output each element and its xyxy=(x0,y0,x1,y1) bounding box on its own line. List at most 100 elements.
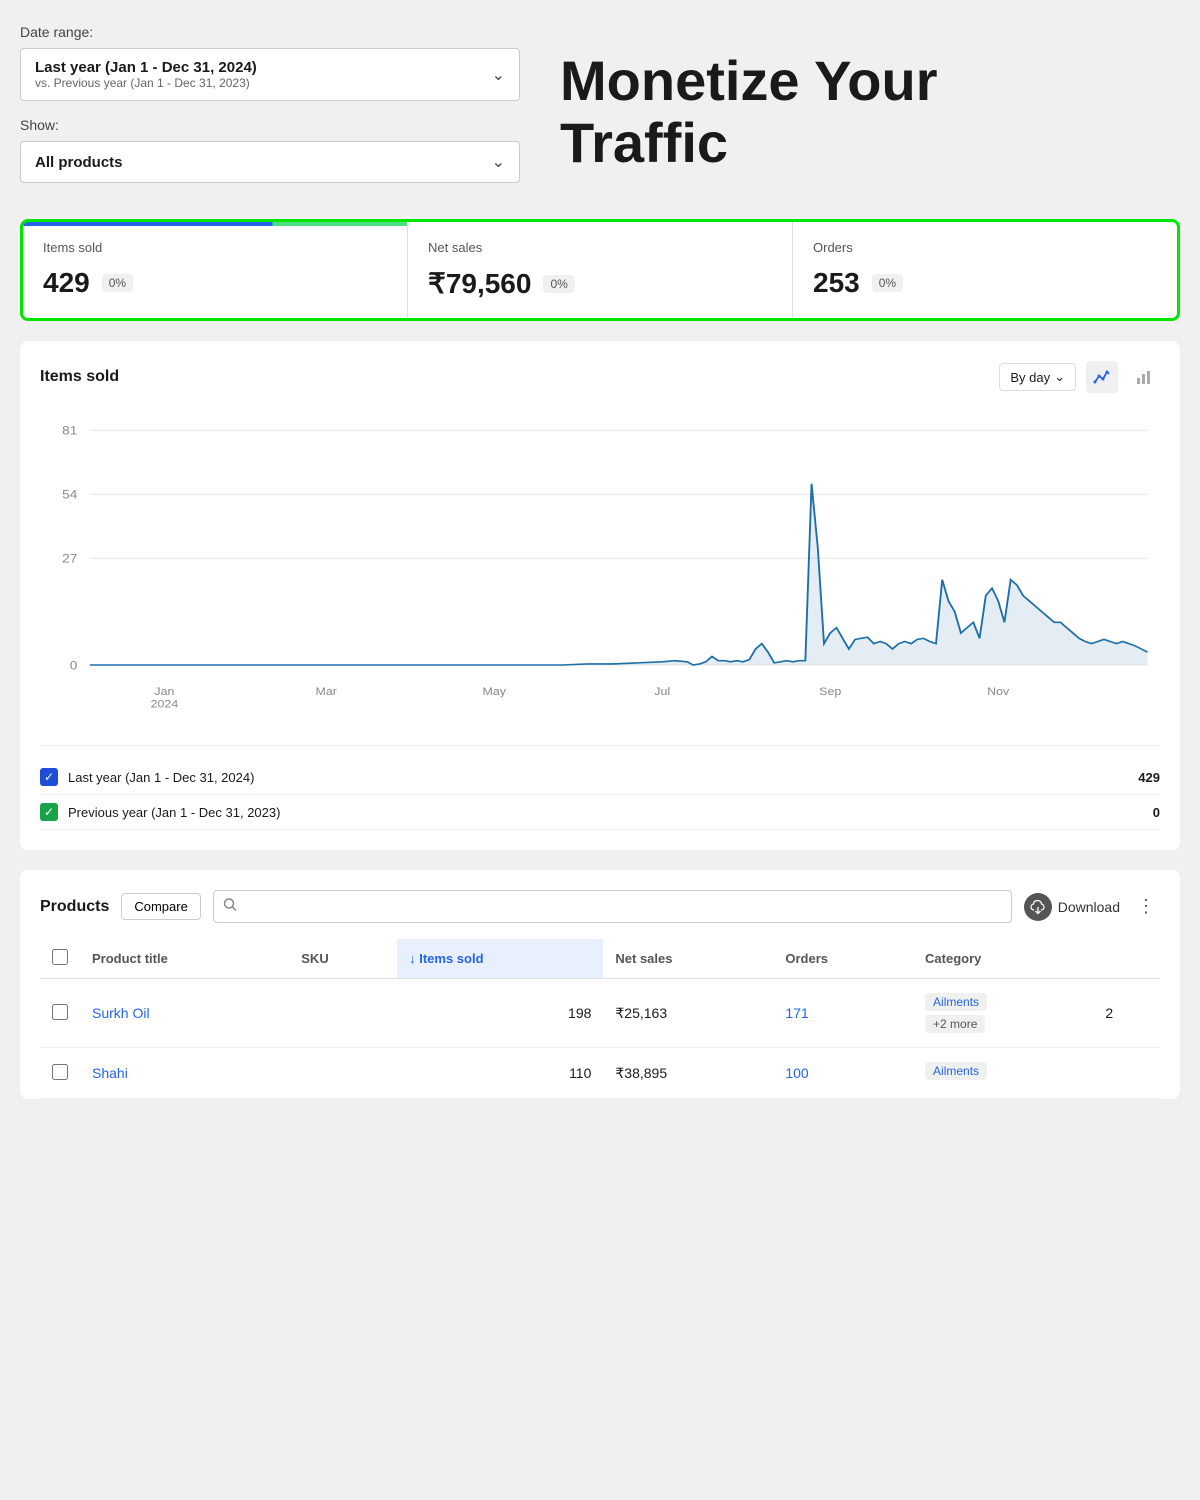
col-category[interactable]: Category xyxy=(913,939,1093,979)
row1-more-badge[interactable]: +2 more xyxy=(925,1015,985,1033)
legend-value-prevyear: 0 xyxy=(1153,805,1160,820)
row2-sku xyxy=(289,1048,397,1099)
row2-product-name: Shahi xyxy=(80,1048,289,1099)
row2-checkbox-cell[interactable] xyxy=(40,1048,80,1099)
chart-section: Items sold By day ⌄ xyxy=(20,341,1180,850)
table-row: Shahi 110 ₹38,895 100 Ailments xyxy=(40,1048,1160,1099)
row2-net-sales: ₹38,895 xyxy=(603,1048,773,1099)
products-table-wrap: Product title SKU ↓ Items sold Net sales… xyxy=(40,939,1160,1099)
legend-check-lastyear: ✓ xyxy=(40,768,58,786)
legend-value-lastyear: 429 xyxy=(1138,770,1160,785)
compare-button[interactable]: Compare xyxy=(121,893,200,920)
col-extra xyxy=(1093,939,1160,979)
stat-net-sales-label: Net sales xyxy=(428,240,772,255)
row2-orders-link[interactable]: 100 xyxy=(785,1065,808,1081)
col-orders[interactable]: Orders xyxy=(773,939,913,979)
row2-category: Ailments xyxy=(913,1048,1093,1099)
stat-items-sold-badge: 0% xyxy=(102,274,133,292)
col-sku[interactable]: SKU xyxy=(289,939,397,979)
row1-product-name: Surkh Oil xyxy=(80,979,289,1048)
products-table: Product title SKU ↓ Items sold Net sales… xyxy=(40,939,1160,1099)
svg-text:54: 54 xyxy=(62,488,77,502)
by-day-dropdown[interactable]: By day ⌄ xyxy=(999,363,1076,391)
download-cloud-icon xyxy=(1024,893,1052,921)
products-section: Products Compare Download ⋮ xyxy=(20,870,1180,1099)
svg-text:Jan: Jan xyxy=(154,687,174,698)
svg-text:81: 81 xyxy=(62,424,77,438)
show-value: All products xyxy=(35,154,123,171)
legend-item-lastyear: ✓ Last year (Jan 1 - Dec 31, 2024) 429 xyxy=(40,760,1160,795)
row1-orders-link[interactable]: 171 xyxy=(785,1005,808,1021)
more-options-button[interactable]: ⋮ xyxy=(1132,893,1160,921)
legend-check-prevyear: ✓ xyxy=(40,803,58,821)
legend-label-prevyear: Previous year (Jan 1 - Dec 31, 2023) xyxy=(68,805,280,820)
table-row: Surkh Oil 198 ₹25,163 171 Ailments +2 mo… xyxy=(40,979,1160,1048)
chart-area: 81 54 27 0 Jan 2024 Mar May Jul Sep Nov xyxy=(40,409,1160,729)
row1-category-badge[interactable]: Ailments xyxy=(925,993,987,1011)
select-all-checkbox[interactable] xyxy=(52,949,68,965)
svg-text:Nov: Nov xyxy=(987,687,1009,698)
svg-text:Sep: Sep xyxy=(819,687,841,698)
by-day-label: By day xyxy=(1010,370,1050,385)
svg-text:0: 0 xyxy=(70,658,78,672)
row1-extra: 2 xyxy=(1093,979,1160,1048)
svg-text:Jul: Jul xyxy=(654,687,670,698)
stat-net-sales-badge: 0% xyxy=(543,275,574,293)
date-range-main-value: Last year (Jan 1 - Dec 31, 2024) xyxy=(35,59,257,76)
products-title: Products xyxy=(40,898,109,916)
svg-text:27: 27 xyxy=(62,552,77,566)
chart-title: Items sold xyxy=(40,368,119,386)
row1-category: Ailments +2 more xyxy=(913,979,1093,1048)
promo-text: Monetize Your Traffic xyxy=(560,50,938,173)
stat-items-sold-label: Items sold xyxy=(43,240,387,255)
row1-orders: 171 xyxy=(773,979,913,1048)
bar-chart-icon[interactable] xyxy=(1128,361,1160,393)
download-label: Download xyxy=(1058,899,1120,915)
stats-cards: Items sold 429 0% Net sales ₹79,560 0% O… xyxy=(20,219,1180,321)
download-button[interactable]: Download xyxy=(1024,893,1120,921)
row2-extra xyxy=(1093,1048,1160,1099)
row2-items-sold: 110 xyxy=(397,1048,603,1099)
line-chart-icon[interactable] xyxy=(1086,361,1118,393)
row2-product-link[interactable]: Shahi xyxy=(92,1065,128,1081)
stat-net-sales: Net sales ₹79,560 0% xyxy=(408,222,793,318)
row1-checkbox[interactable] xyxy=(52,1004,68,1020)
row1-items-sold: 198 xyxy=(397,979,603,1048)
stat-items-sold: Items sold 429 0% xyxy=(23,222,408,318)
row1-product-link[interactable]: Surkh Oil xyxy=(92,1005,150,1021)
row1-net-sales: ₹25,163 xyxy=(603,979,773,1048)
select-all-header[interactable] xyxy=(40,939,80,979)
search-container xyxy=(213,890,1012,923)
col-product-title[interactable]: Product title xyxy=(80,939,289,979)
by-day-chevron-icon: ⌄ xyxy=(1054,369,1065,385)
search-icon xyxy=(223,897,237,916)
stat-orders-label: Orders xyxy=(813,240,1157,255)
row2-checkbox[interactable] xyxy=(52,1064,68,1080)
row1-checkbox-cell[interactable] xyxy=(40,979,80,1048)
date-range-chevron-icon: ⌄ xyxy=(492,65,505,85)
stat-net-sales-value: ₹79,560 0% xyxy=(428,267,772,300)
chart-svg: 81 54 27 0 Jan 2024 Mar May Jul Sep Nov xyxy=(40,409,1160,729)
col-items-sold[interactable]: ↓ Items sold xyxy=(397,939,603,979)
chart-legend: ✓ Last year (Jan 1 - Dec 31, 2024) 429 ✓… xyxy=(40,745,1160,830)
show-dropdown[interactable]: All products ⌄ xyxy=(20,141,520,183)
search-input[interactable] xyxy=(213,890,1012,923)
date-range-sub-value: vs. Previous year (Jan 1 - Dec 31, 2023) xyxy=(35,76,257,90)
svg-text:May: May xyxy=(482,687,506,698)
show-label: Show: xyxy=(20,117,520,133)
stat-orders: Orders 253 0% xyxy=(793,222,1177,318)
svg-text:Mar: Mar xyxy=(316,687,338,698)
stat-orders-value: 253 0% xyxy=(813,267,1157,299)
legend-item-prevyear: ✓ Previous year (Jan 1 - Dec 31, 2023) 0 xyxy=(40,795,1160,830)
date-range-dropdown[interactable]: Last year (Jan 1 - Dec 31, 2024) vs. Pre… xyxy=(20,48,520,101)
row1-sku xyxy=(289,979,397,1048)
row2-category-badge[interactable]: Ailments xyxy=(925,1062,987,1080)
row2-orders: 100 xyxy=(773,1048,913,1099)
date-range-label: Date range: xyxy=(20,24,520,40)
show-chevron-icon: ⌄ xyxy=(492,152,505,172)
stat-orders-badge: 0% xyxy=(872,274,903,292)
stat-items-sold-value: 429 0% xyxy=(43,267,387,299)
svg-text:2024: 2024 xyxy=(151,699,179,710)
legend-label-lastyear: Last year (Jan 1 - Dec 31, 2024) xyxy=(68,770,254,785)
col-net-sales[interactable]: Net sales xyxy=(603,939,773,979)
